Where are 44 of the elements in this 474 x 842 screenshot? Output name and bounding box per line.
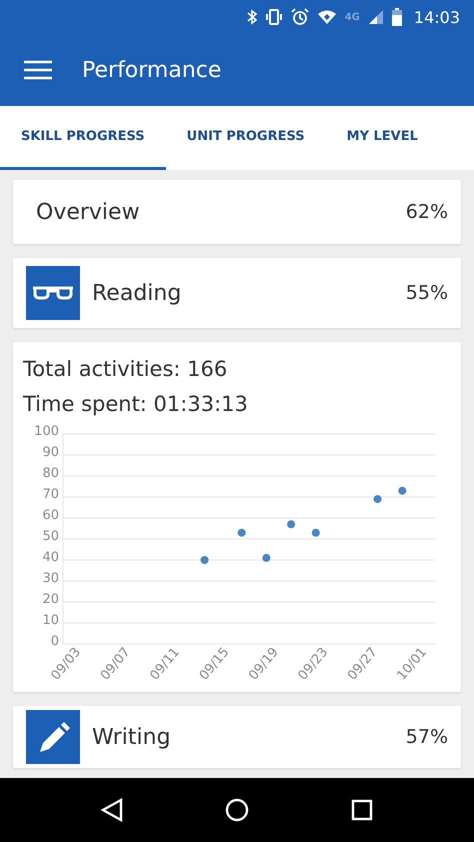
menu-icon[interactable] — [24, 60, 52, 80]
skill-card[interactable]: Writing 57% — [13, 706, 461, 768]
home-icon[interactable] — [225, 798, 249, 822]
skill-card[interactable]: Reading 55% — [13, 258, 461, 328]
skill-name: Writing — [91, 724, 172, 750]
time-spent: Time spent: 01:33:13 — [23, 391, 249, 418]
data-point — [312, 528, 320, 537]
y-tick-label: 60 — [42, 508, 59, 523]
y-tick-label: 70 — [42, 487, 59, 502]
data-point — [398, 486, 406, 495]
skill-percent: 57% — [406, 726, 448, 748]
y-tick-label: 80 — [42, 466, 59, 481]
network-label: 4G — [344, 12, 360, 22]
vibrate-icon — [264, 9, 283, 25]
battery-icon — [392, 8, 402, 26]
signal-icon — [368, 9, 384, 25]
y-tick-label: 30 — [42, 571, 59, 586]
y-tick-label: 50 — [42, 529, 59, 544]
y-tick-label: 100 — [34, 424, 59, 439]
skill-percent: 55% — [406, 282, 448, 304]
y-tick-label: 40 — [42, 550, 59, 565]
data-point — [200, 556, 209, 564]
screen-title: Performance — [82, 58, 222, 82]
bluetooth-icon — [246, 9, 257, 25]
y-tick-label: 90 — [42, 445, 59, 460]
back-icon[interactable] — [101, 798, 123, 822]
skill-name: Reading — [91, 280, 182, 306]
y-tick-label: 10 — [42, 613, 59, 628]
data-point — [374, 495, 382, 504]
data-point — [262, 554, 270, 562]
data-point — [238, 528, 246, 537]
total-activities: Total activities: 166 — [23, 356, 228, 383]
alarm-icon — [290, 8, 309, 26]
y-tick-label: 20 — [42, 592, 59, 607]
overview-label: Overview — [35, 200, 141, 224]
overview-card[interactable]: Overview 62% — [13, 180, 461, 244]
data-point — [287, 520, 296, 528]
pencil-icon — [26, 710, 80, 764]
glasses-icon — [26, 266, 80, 320]
overview-percent: 62% — [406, 201, 448, 223]
clock-time: 14:03 — [414, 8, 460, 26]
wifi-icon — [316, 9, 337, 25]
y-tick-label: 0 — [50, 634, 59, 649]
recents-icon[interactable] — [351, 799, 373, 821]
